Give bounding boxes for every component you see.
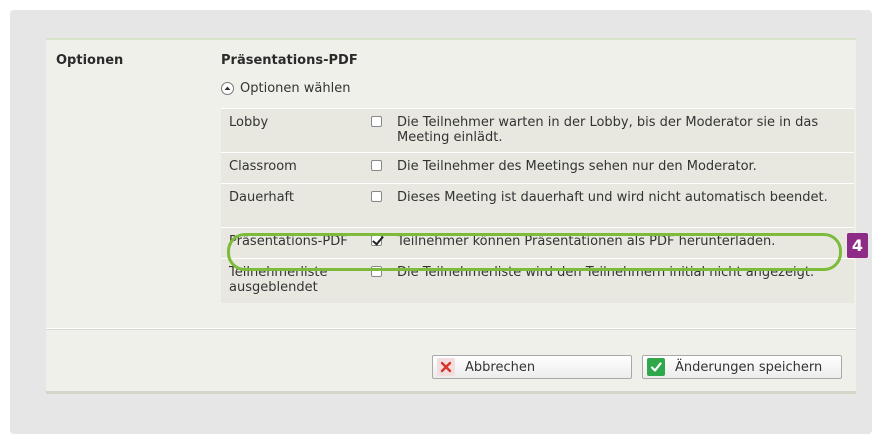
save-button[interactable]: Änderungen speichern <box>642 355 842 379</box>
top-border <box>46 38 856 40</box>
option-name: Teilnehmerliste ausgeblendet <box>229 265 328 295</box>
option-description: Teilnehmer können Präsentationen als PDF… <box>397 234 776 249</box>
callout-badge: 4 <box>847 233 868 258</box>
lobby-checkbox[interactable] <box>371 116 382 127</box>
option-row-dauerhaft: Dauerhaft Dieses Meeting ist dauerhaft u… <box>221 183 854 227</box>
teilnehmerliste-checkbox[interactable] <box>371 266 382 277</box>
cancel-button-label: Abbrechen <box>465 359 536 375</box>
option-row-teilnehmerliste: Teilnehmerliste ausgeblendet Die Teilneh… <box>221 258 854 303</box>
checkmark-icon <box>647 358 665 376</box>
dauerhaft-checkbox[interactable] <box>371 191 382 202</box>
save-button-label: Änderungen speichern <box>675 359 823 375</box>
option-description: Die Teilnehmerliste wird den Teilnehmern… <box>397 265 815 280</box>
option-description: Die Teilnehmer warten in der Lobby, bis … <box>397 115 819 145</box>
options-panel: Optionen Präsentations-PDF Optionen wähl… <box>46 38 856 394</box>
chevron-up-circle-icon <box>221 82 234 95</box>
options-toggle[interactable]: Optionen wählen <box>221 81 350 96</box>
option-name: Dauerhaft <box>229 190 294 205</box>
section-title: Präsentations-PDF <box>221 53 358 68</box>
section-label: Optionen <box>56 53 124 68</box>
bottom-border <box>46 391 856 394</box>
option-row-classroom: Classroom Die Teilnehmer des Meetings se… <box>221 152 854 183</box>
footer-divider-shadow <box>46 329 856 330</box>
options-list: Lobby Die Teilnehmer warten in der Lobby… <box>221 108 854 303</box>
praesentations-pdf-checkbox[interactable] <box>371 235 382 246</box>
option-row-praesentations-pdf: Präsentations-PDF Teilnehmer können Präs… <box>221 227 854 258</box>
option-name: Präsentations-PDF <box>229 234 348 249</box>
option-description: Dieses Meeting ist dauerhaft und wird ni… <box>397 190 828 205</box>
option-name: Classroom <box>229 159 297 174</box>
classroom-checkbox[interactable] <box>371 160 382 171</box>
option-row-lobby: Lobby Die Teilnehmer warten in der Lobby… <box>221 108 854 152</box>
option-description: Die Teilnehmer des Meetings sehen nur de… <box>397 159 757 174</box>
cancel-button[interactable]: Abbrechen <box>432 355 632 379</box>
options-toggle-label: Optionen wählen <box>240 81 351 96</box>
x-icon <box>437 358 455 376</box>
option-name: Lobby <box>229 115 269 130</box>
